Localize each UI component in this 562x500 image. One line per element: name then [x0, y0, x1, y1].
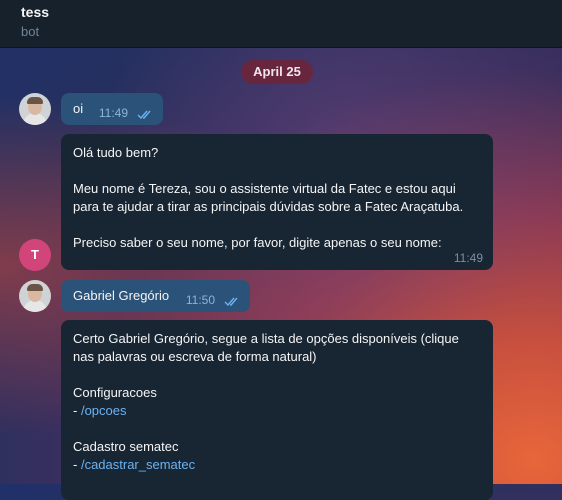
command-link-opcoes[interactable]: /opcoes — [81, 403, 127, 418]
message-line: Cadastro sematec — [73, 439, 179, 454]
message-line — [73, 162, 481, 180]
user-avatar[interactable] — [19, 280, 51, 312]
message-incoming[interactable]: Certo Gabriel Gregório, segue a lista de… — [61, 320, 493, 500]
message-time: 11:50 — [185, 293, 215, 307]
message-line — [73, 420, 481, 438]
message-line: Configuracoes — [73, 385, 157, 400]
command-link-cadastrar-sematec[interactable]: /cadastrar_sematec — [81, 457, 195, 472]
message-time: 11:49 — [98, 106, 128, 120]
message-text: oi — [73, 101, 84, 116]
message-line: Certo Gabriel Gregório, segue a lista de… — [73, 331, 459, 346]
message-outgoing[interactable]: Gabriel Gregório 11:50 — [61, 280, 250, 312]
bot-avatar[interactable]: T — [19, 239, 51, 271]
date-separator: April 25 — [241, 60, 313, 84]
user-avatar[interactable] — [19, 93, 51, 125]
message-line: Preciso saber o seu nome, por favor, dig… — [73, 235, 442, 250]
message-line: para te ajudar a tirar as principais dúv… — [73, 199, 464, 214]
chat-header[interactable]: tess bot — [0, 0, 562, 48]
double-check-icon — [137, 110, 151, 120]
message-text: Gabriel Gregório — [73, 288, 170, 303]
message-incoming[interactable]: Olá tudo bem? Meu nome é Tereza, sou o a… — [61, 134, 493, 270]
message-line: Meu nome é Tereza, sou o assistente virt… — [73, 181, 456, 196]
message-outgoing[interactable]: oi 11:49 — [61, 93, 163, 125]
double-check-icon — [224, 297, 238, 307]
command-line: - /cadastrar_sematec — [73, 457, 196, 472]
command-line: - /opcoes — [73, 403, 127, 418]
message-line — [73, 366, 481, 384]
message-line: nas palavras ou escreva de forma natural… — [73, 349, 317, 364]
message-time: 11:49 — [453, 251, 483, 265]
message-line: Olá tudo bem? — [73, 145, 159, 160]
chat-subtitle: bot — [21, 24, 40, 39]
message-line — [73, 216, 481, 234]
chat-title: tess — [21, 4, 50, 20]
